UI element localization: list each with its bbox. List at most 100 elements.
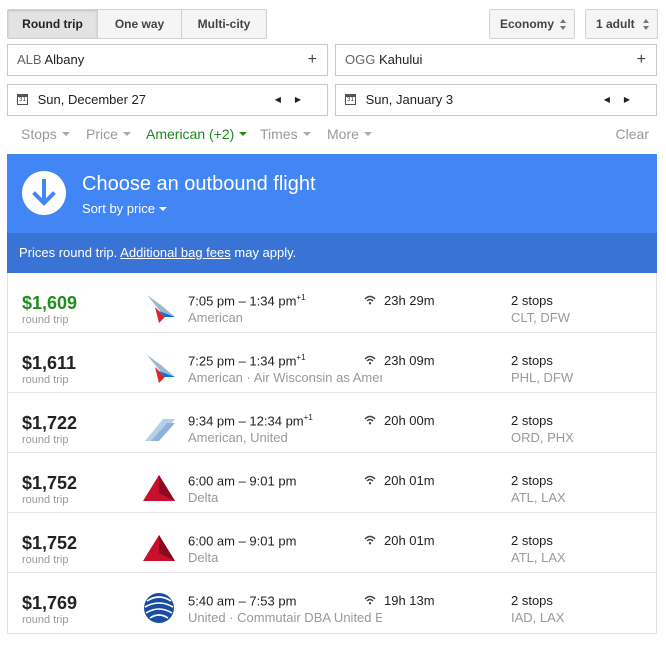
more-filter[interactable]: More	[327, 126, 372, 142]
airline-name: Delta	[188, 490, 219, 505]
caret-down-icon	[158, 207, 167, 211]
airline-name: American, United	[188, 430, 288, 445]
passengers-dropdown[interactable]: 1 adult	[585, 9, 658, 39]
price-filter[interactable]: Price	[86, 126, 131, 142]
outbound-banner: Choose an outbound flight Sort by price	[7, 154, 657, 233]
origin-city: Albany	[44, 52, 85, 67]
airlines-filter-label: American (+2)	[146, 126, 235, 142]
flight-duration: 23h 09m	[384, 353, 435, 368]
price-note: round trip	[22, 494, 69, 506]
stopover-airports: PHL, DFW	[511, 370, 574, 385]
return-date-arrows[interactable]: ◀▶	[604, 85, 644, 115]
times-filter[interactable]: Times	[260, 126, 311, 142]
caret-down-icon	[239, 132, 248, 136]
cabin-class-value: Economy	[500, 17, 555, 31]
wifi-icon	[364, 355, 376, 365]
caret-down-icon	[363, 132, 372, 136]
stops-count: 2 stops	[511, 533, 553, 548]
prev-date-icon[interactable]: ◀	[275, 95, 295, 104]
delta-logo	[143, 475, 175, 501]
flight-duration: 20h 01m	[384, 473, 435, 488]
next-date-icon[interactable]: ▶	[624, 95, 644, 104]
stops-filter[interactable]: Stops	[21, 126, 70, 142]
sort-dropdown[interactable]: Sort by price	[82, 201, 167, 216]
depart-date-arrows[interactable]: ◀▶	[275, 85, 315, 115]
airline-name: United · Commutair DBA United Express	[188, 610, 382, 625]
price-note: round trip	[22, 434, 69, 446]
more-filter-label: More	[327, 126, 359, 142]
flight-row[interactable]: $1,611 round trip 7:25 pm – 1:34 pm+1 Am…	[8, 333, 656, 393]
stopover-airports: ATL, LAX	[511, 550, 566, 565]
round-trip-button[interactable]: Round trip	[8, 10, 98, 38]
price-notice: Prices round trip. Additional bag fees m…	[7, 233, 657, 273]
delta-logo	[143, 535, 175, 561]
prev-date-icon[interactable]: ◀	[604, 95, 624, 104]
sort-label: Sort by price	[82, 201, 155, 216]
price-note: round trip	[22, 554, 69, 566]
updown-arrow-icon	[643, 19, 649, 30]
flight-times: 9:34 pm – 12:34 pm+1	[188, 413, 313, 429]
flight-row[interactable]: $1,722 round trip 9:34 pm – 12:34 pm+1 A…	[8, 393, 656, 453]
stopover-airports: IAD, LAX	[511, 610, 565, 625]
airline-name: American · Air Wisconsin as American Eag…	[188, 370, 382, 385]
flight-price: $1,611	[22, 353, 77, 373]
bag-fees-link[interactable]: Additional bag fees	[120, 245, 231, 260]
origin-field[interactable]: ALB Albany +	[7, 44, 328, 76]
multi-airline-logo	[145, 419, 175, 441]
arrow-down-circle-icon	[22, 171, 66, 215]
flight-row[interactable]: $1,609 round trip 7:05 pm – 1:34 pm+1 Am…	[8, 273, 656, 333]
stops-count: 2 stops	[511, 593, 553, 608]
stopover-airports: CLT, DFW	[511, 310, 570, 325]
depart-date-value: Sun, December 27	[37, 92, 147, 107]
flight-times: 7:05 pm – 1:34 pm+1	[188, 293, 306, 309]
stopover-airports: ORD, PHX	[511, 430, 574, 445]
next-date-icon[interactable]: ▶	[295, 95, 315, 104]
destination-city: Kahului	[378, 52, 423, 67]
destination-code: OGG	[345, 52, 376, 67]
add-destination-plus-icon[interactable]: +	[637, 45, 646, 75]
wifi-icon	[364, 595, 376, 605]
trip-type-selector[interactable]: Round trip One way Multi-city	[7, 9, 267, 39]
return-date-field[interactable]: Sun, January 3 ◀▶	[335, 84, 657, 116]
flight-duration: 20h 01m	[384, 533, 435, 548]
cabin-class-dropdown[interactable]: Economy	[489, 9, 575, 39]
flight-price: $1,722	[22, 413, 78, 433]
updown-arrow-icon	[560, 19, 566, 30]
caret-down-icon	[61, 132, 70, 136]
one-way-button[interactable]: One way	[98, 10, 182, 38]
wifi-icon	[364, 295, 376, 305]
flight-price: $1,752	[22, 473, 78, 493]
wifi-icon	[364, 475, 376, 485]
times-filter-label: Times	[260, 126, 298, 142]
flight-times: 7:25 pm – 1:34 pm+1	[188, 353, 306, 369]
wifi-icon	[364, 535, 376, 545]
wifi-icon	[364, 415, 376, 425]
depart-date-field[interactable]: Sun, December 27 ◀▶	[7, 84, 328, 116]
caret-down-icon	[122, 132, 131, 136]
clear-filters-link[interactable]: Clear	[616, 126, 649, 142]
flight-times: 5:40 am – 7:53 pm	[188, 593, 297, 609]
airline-name: Delta	[188, 550, 219, 565]
flight-row[interactable]: $1,752 round trip 6:00 am – 9:01 pm Delt…	[8, 453, 656, 513]
flight-row[interactable]: $1,769 round trip 5:40 am – 7:53 pm Unit…	[8, 573, 656, 633]
flight-price: $1,752	[22, 533, 78, 553]
flight-row[interactable]: $1,752 round trip 6:00 am – 9:01 pm Delt…	[8, 513, 656, 573]
flight-price: $1,609	[22, 293, 78, 313]
multi-city-button[interactable]: Multi-city	[182, 10, 266, 38]
price-note: round trip	[22, 374, 69, 386]
stops-filter-label: Stops	[21, 126, 57, 142]
american-airlines-logo	[147, 355, 175, 383]
flight-duration: 23h 29m	[384, 293, 435, 308]
stops-count: 2 stops	[511, 473, 553, 488]
flight-price: $1,769	[22, 593, 78, 613]
return-date-value: Sun, January 3	[365, 92, 454, 107]
notice-prefix: Prices round trip.	[19, 245, 118, 260]
airlines-filter[interactable]: American (+2)	[146, 126, 248, 142]
stops-count: 2 stops	[511, 353, 553, 368]
destination-field[interactable]: OGG Kahului +	[335, 44, 657, 76]
price-note: round trip	[22, 614, 69, 626]
price-filter-label: Price	[86, 126, 118, 142]
passengers-value: 1 adult	[596, 17, 635, 31]
add-origin-plus-icon[interactable]: +	[308, 45, 317, 75]
flight-results-list: $1,609 round trip 7:05 pm – 1:34 pm+1 Am…	[7, 273, 657, 634]
